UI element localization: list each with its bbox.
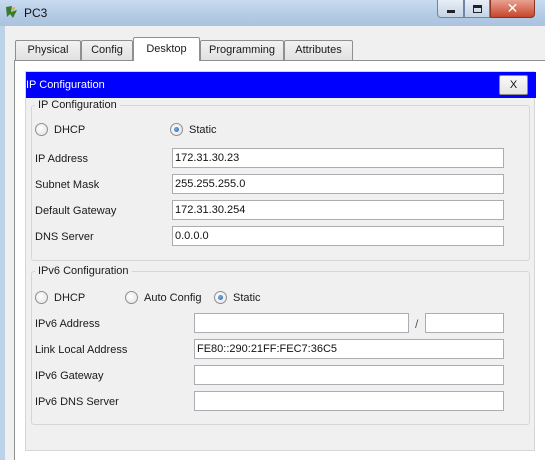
ipv6-dns-server-label: IPv6 DNS Server bbox=[35, 396, 119, 408]
ipv4-dhcp-label: DHCP bbox=[54, 123, 86, 136]
minimize-button[interactable] bbox=[437, 0, 464, 18]
window-title: PC3 bbox=[24, 6, 48, 20]
maximize-icon bbox=[472, 4, 482, 13]
ipv4-static-radio[interactable]: Static bbox=[170, 123, 217, 136]
ip-address-label: IP Address bbox=[35, 153, 88, 165]
prefix-separator: / bbox=[415, 317, 419, 331]
ipv6-gateway-label: IPv6 Gateway bbox=[35, 370, 104, 382]
dns-server-label: DNS Server bbox=[35, 231, 94, 243]
ipv6-prefix-input[interactable] bbox=[425, 313, 504, 333]
ipv6-static-label: Static bbox=[233, 291, 261, 304]
dns-server-input[interactable]: 0.0.0.0 bbox=[172, 226, 504, 246]
pc-app-icon bbox=[6, 6, 17, 18]
ipv6-dhcp-radio[interactable]: DHCP bbox=[35, 291, 85, 304]
tab-attributes[interactable]: Attributes bbox=[284, 40, 353, 60]
close-window-button[interactable]: ✕ bbox=[490, 0, 535, 18]
close-ip-config-button[interactable]: X bbox=[499, 75, 528, 95]
desktop-tab-panel: IP Configuration X IP Configuration DHCP… bbox=[14, 60, 545, 460]
ip-configuration-title: IP Configuration bbox=[26, 79, 105, 91]
ipv4-static-label: Static bbox=[189, 123, 217, 136]
ipv6-auto-config-label: Auto Config bbox=[144, 291, 202, 304]
tab-programming[interactable]: Programming bbox=[200, 40, 284, 60]
tab-physical[interactable]: Physical bbox=[15, 40, 81, 60]
ipv6-group-title: IPv6 Configuration bbox=[35, 265, 132, 277]
ipv4-group-title: IP Configuration bbox=[35, 99, 120, 111]
default-gateway-label: Default Gateway bbox=[35, 205, 117, 217]
ipv6-address-label: IPv6 Address bbox=[35, 318, 100, 330]
window-title-bar[interactable]: PC3 ✕ bbox=[0, 0, 545, 26]
link-local-address-input[interactable]: FE80::290:21FF:FEC7:36C5 bbox=[194, 339, 504, 359]
ip-configuration-header: IP Configuration X bbox=[26, 72, 536, 98]
radio-checked-icon bbox=[214, 291, 227, 304]
ipv4-config-group: IP Configuration DHCP Static IP Address … bbox=[31, 99, 530, 261]
ipv6-gateway-input[interactable] bbox=[194, 365, 504, 385]
radio-unchecked-icon bbox=[125, 291, 138, 304]
ip-address-input[interactable]: 172.31.30.23 bbox=[172, 148, 504, 168]
tab-desktop[interactable]: Desktop bbox=[133, 37, 200, 61]
minimize-icon bbox=[446, 10, 455, 13]
link-local-address-label: Link Local Address bbox=[35, 344, 128, 356]
subnet-mask-label: Subnet Mask bbox=[35, 179, 100, 191]
ipv4-dhcp-radio[interactable]: DHCP bbox=[35, 123, 85, 136]
ipv6-auto-config-radio[interactable]: Auto Config bbox=[125, 291, 201, 304]
ipv6-dhcp-label: DHCP bbox=[54, 291, 86, 304]
radio-checked-icon bbox=[170, 123, 183, 136]
subnet-mask-input[interactable]: 255.255.255.0 bbox=[172, 174, 504, 194]
ipv6-static-radio[interactable]: Static bbox=[214, 291, 261, 304]
ipv6-config-group: IPv6 Configuration DHCP Auto Config Stat… bbox=[31, 265, 530, 425]
tab-config[interactable]: Config bbox=[81, 40, 133, 60]
radio-unchecked-icon bbox=[35, 123, 48, 136]
ipv6-dns-server-input[interactable] bbox=[194, 391, 504, 411]
maximize-button[interactable] bbox=[464, 0, 490, 18]
default-gateway-input[interactable]: 172.31.30.254 bbox=[172, 200, 504, 220]
ipv6-address-input[interactable] bbox=[194, 313, 409, 333]
ip-configuration-panel: IP Configuration X IP Configuration DHCP… bbox=[25, 71, 536, 451]
radio-unchecked-icon bbox=[35, 291, 48, 304]
close-icon: ✕ bbox=[506, 0, 519, 17]
window-body: Physical Config Desktop Programming Attr… bbox=[5, 26, 545, 460]
